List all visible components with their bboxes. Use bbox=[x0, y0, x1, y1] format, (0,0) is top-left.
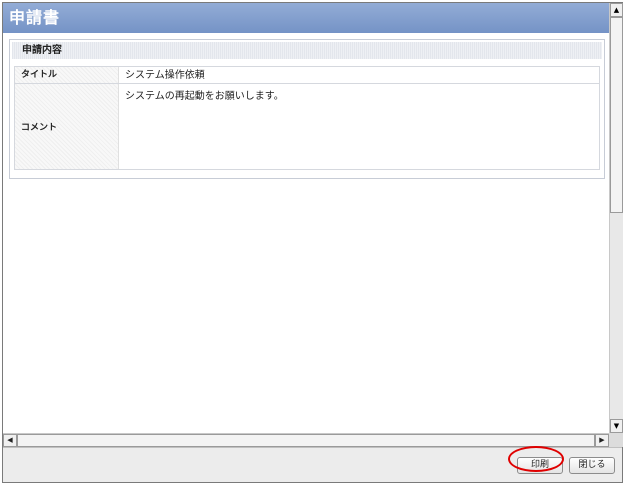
fields-table: タイトル システム操作依頼 コメント システムの再起動をお願いします。 bbox=[14, 66, 600, 170]
scroll-right-icon[interactable]: ▶ bbox=[595, 434, 609, 447]
title-value: システム操作依頼 bbox=[125, 70, 205, 81]
comment-value: システムの再起動をお願いします。 bbox=[125, 91, 284, 102]
print-button[interactable]: 印刷 bbox=[517, 457, 563, 474]
field-row-title: タイトル システム操作依頼 bbox=[15, 67, 599, 84]
horizontal-scrollbar[interactable]: ◀ ▶ bbox=[3, 433, 609, 447]
scroll-down-icon[interactable]: ▼ bbox=[610, 419, 623, 433]
footer-bar: 印刷 閉じる bbox=[3, 447, 622, 482]
content-area: 申請書 申請内容 タイトル システム操作依頼 コメント システムの再起動をお願い… bbox=[3, 3, 609, 433]
panel-header: 申請内容 bbox=[12, 42, 602, 59]
scroll-up-icon[interactable]: ▲ bbox=[610, 3, 623, 17]
title-label: タイトル bbox=[15, 67, 119, 83]
scrollbar-corner bbox=[609, 433, 623, 447]
horizontal-scroll-thumb[interactable] bbox=[17, 434, 595, 447]
vertical-scroll-thumb[interactable] bbox=[610, 17, 623, 213]
comment-label: コメント bbox=[15, 84, 119, 169]
application-details-panel: 申請内容 タイトル システム操作依頼 コメント システムの再起動をお願いします。 bbox=[9, 39, 605, 179]
field-row-comment: コメント システムの再起動をお願いします。 bbox=[15, 84, 599, 169]
vertical-scrollbar[interactable]: ▲ ▼ bbox=[609, 3, 623, 433]
page-title: 申請書 bbox=[3, 3, 609, 33]
scroll-left-icon[interactable]: ◀ bbox=[3, 434, 17, 447]
close-button[interactable]: 閉じる bbox=[569, 457, 615, 474]
dialog-window: 申請書 申請内容 タイトル システム操作依頼 コメント システムの再起動をお願い… bbox=[2, 2, 623, 483]
comment-label-text: コメント bbox=[21, 123, 58, 133]
